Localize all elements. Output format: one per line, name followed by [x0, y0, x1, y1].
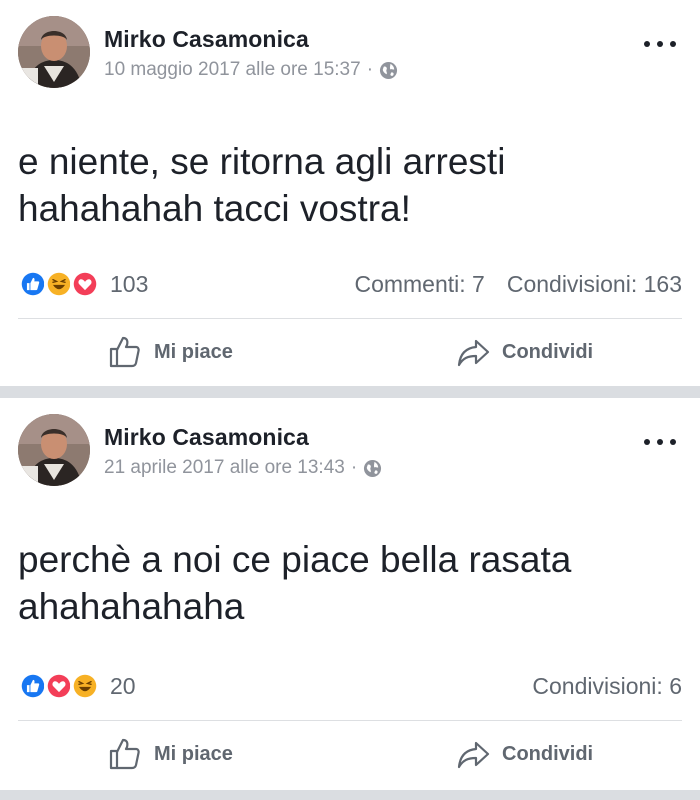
love-reaction-icon: [70, 269, 100, 299]
reactions-summary[interactable]: 20: [18, 670, 136, 702]
reaction-icons: [18, 671, 100, 701]
like-button-label: Mi piace: [154, 742, 233, 765]
post-message: perchè a noi ce piace bella rasata ahaha…: [18, 536, 678, 630]
divider: [18, 720, 682, 721]
like-button-label: Mi piace: [154, 340, 233, 363]
share-button-label: Condividi: [502, 742, 594, 765]
share-arrow-icon: [457, 339, 490, 367]
meta-separator: ·: [350, 457, 358, 478]
post-message: e niente, se ritorna agli arresti hahaha…: [18, 138, 678, 232]
post-stats: Commenti: 7 Condivisioni: 163: [354, 268, 682, 300]
reactions-summary[interactable]: 103: [18, 268, 148, 300]
avatar[interactable]: [18, 414, 90, 486]
share-button[interactable]: Condividi: [456, 736, 593, 772]
reaction-count: 20: [110, 672, 136, 699]
feed-post: Mirko Casamonica 21 aprile 2017 alle ore…: [0, 398, 700, 790]
comments-count[interactable]: Commenti: 7: [354, 271, 484, 298]
haha-reaction-icon: [70, 671, 100, 701]
thumbs-up-icon: [109, 738, 140, 770]
post-author[interactable]: Mirko Casamonica: [104, 26, 309, 53]
share-arrow-icon: [457, 741, 490, 769]
post-stats: Condivisioni: 6: [532, 670, 682, 702]
share-button[interactable]: Condividi: [456, 334, 593, 370]
reaction-count: 103: [110, 270, 149, 297]
thumbs-up-icon: [109, 336, 140, 368]
share-button-label: Condividi: [502, 340, 594, 363]
message-line: hahahahah tacci vostra!: [18, 188, 411, 229]
like-button[interactable]: Mi piace: [108, 334, 233, 370]
post-timestamp[interactable]: 10 maggio 2017 alle ore 15:37: [104, 59, 361, 81]
post-timestamp[interactable]: 21 aprile 2017 alle ore 13:43: [104, 457, 345, 479]
divider: [18, 318, 682, 319]
shares-count[interactable]: Condivisioni: 163: [507, 271, 682, 298]
post-meta: 21 aprile 2017 alle ore 13:43 ·: [104, 457, 382, 479]
post-actions: Mi piace Condividi: [0, 320, 700, 384]
post-meta: 10 maggio 2017 alle ore 15:37 ·: [104, 59, 398, 81]
more-options-icon[interactable]: [644, 432, 676, 452]
message-line: perchè a noi ce piace bella rasata: [18, 539, 572, 580]
like-button[interactable]: Mi piace: [108, 736, 233, 772]
message-line: e niente, se ritorna agli arresti: [18, 141, 506, 182]
post-author[interactable]: Mirko Casamonica: [104, 424, 309, 451]
message-line: ahahahahaha: [18, 586, 245, 627]
meta-separator: ·: [366, 59, 374, 80]
avatar[interactable]: [18, 16, 90, 88]
reaction-icons: [18, 269, 100, 299]
shares-count[interactable]: Condivisioni: 6: [532, 673, 682, 700]
post-actions: Mi piace Condividi: [0, 722, 700, 786]
globe-icon[interactable]: [379, 61, 398, 80]
feed-post: Mirko Casamonica 10 maggio 2017 alle ore…: [0, 0, 700, 386]
more-options-icon[interactable]: [644, 34, 676, 54]
globe-icon[interactable]: [363, 459, 382, 478]
